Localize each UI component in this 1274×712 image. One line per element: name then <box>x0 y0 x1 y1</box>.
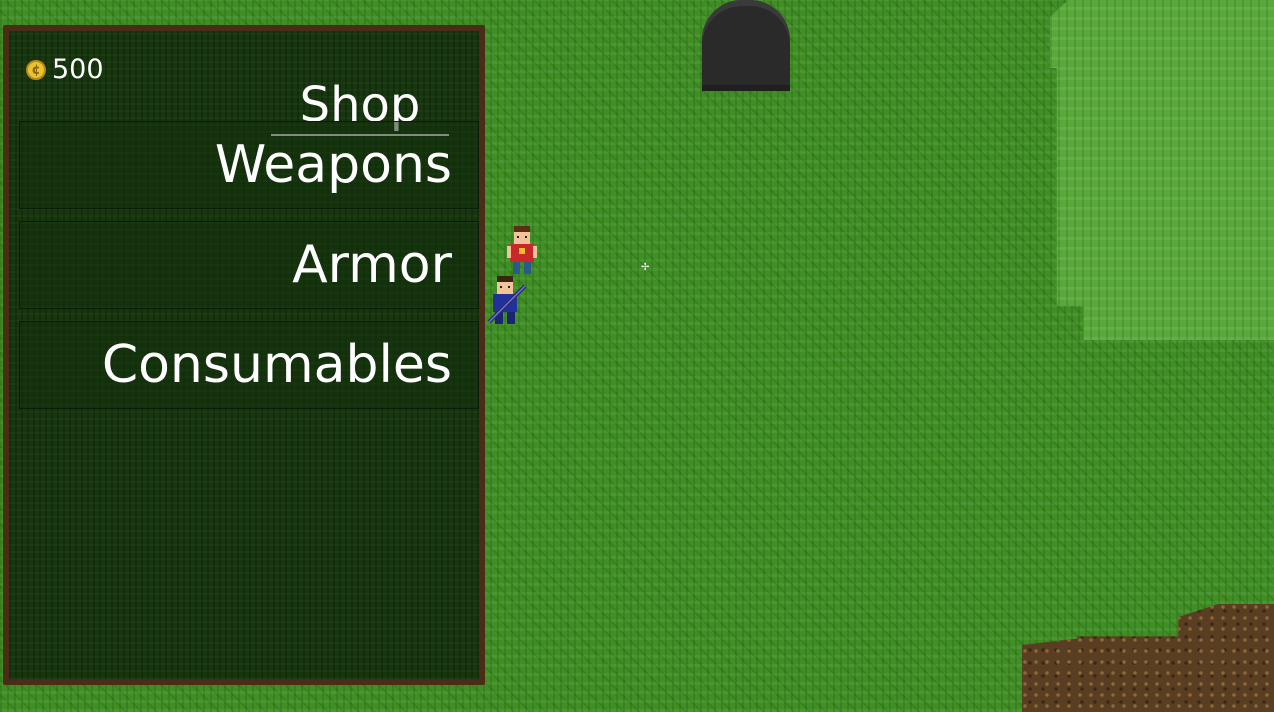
player-character[interactable] <box>487 274 527 328</box>
shop-category-armor-button[interactable]: Armor <box>19 221 479 309</box>
shop-category-weapons-button[interactable]: Weapons <box>19 121 479 209</box>
currency-display: ¢ 500 <box>26 54 104 85</box>
shop-panel: ¢ 500 Shop Weapons Armor Consumables <box>3 25 485 685</box>
coin-icon: ¢ <box>26 60 46 80</box>
dirt-patch <box>1022 604 1274 712</box>
currency-amount: 500 <box>52 54 104 85</box>
light-grass-patch <box>1050 0 1274 340</box>
cave-entrance[interactable] <box>702 0 790 91</box>
target-cursor-icon: ✢ <box>641 262 650 273</box>
shopkeeper-character[interactable] <box>505 224 539 276</box>
shop-category-consumables-button[interactable]: Consumables <box>19 321 479 409</box>
